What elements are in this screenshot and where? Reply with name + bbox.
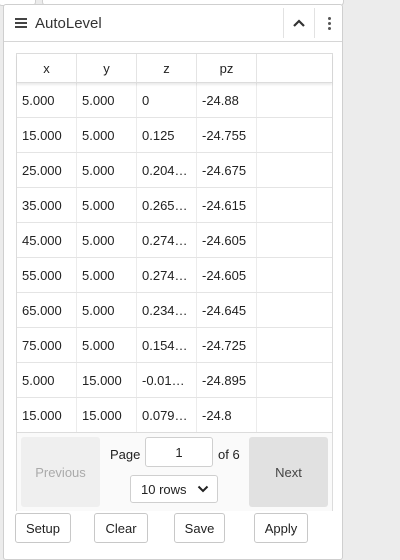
kebab-menu-icon: [327, 16, 331, 30]
panel-header: AutoLevel: [4, 5, 342, 42]
cell-spacer: [257, 398, 332, 432]
cell-x: 45.000: [17, 223, 77, 257]
cell-pz: -24.8: [197, 398, 257, 432]
cell-y: 5.000: [77, 223, 137, 257]
rows-per-page-select[interactable]: 10 rows: [130, 475, 218, 503]
cell-y: 5.000: [77, 293, 137, 327]
collapse-button[interactable]: [283, 8, 314, 38]
pagination-bar: Previous Page of 6 10 rows Next: [17, 432, 332, 511]
cell-x: 5.000: [17, 83, 77, 117]
cell-spacer: [257, 363, 332, 397]
cell-x: 65.000: [17, 293, 77, 327]
save-button[interactable]: Save: [174, 513, 225, 543]
setup-button[interactable]: Setup: [15, 513, 71, 543]
cell-x: 15.000: [17, 398, 77, 432]
column-header-y[interactable]: y: [77, 54, 137, 82]
cell-pz: -24.725: [197, 328, 257, 362]
page-count-label: of 6: [218, 447, 240, 462]
cell-y: 5.000: [77, 188, 137, 222]
cell-z: 0: [137, 83, 197, 117]
rows-per-page-value: 10 rows: [141, 481, 187, 497]
cell-x: 35.000: [17, 188, 77, 222]
table-row[interactable]: 15.000 5.000 0.125 -24.755: [17, 118, 332, 153]
table-row[interactable]: 5.000 15.000 -0.01… -24.895: [17, 363, 332, 398]
table-row[interactable]: 5.000 5.000 0 -24.88: [17, 83, 332, 118]
cell-y: 15.000: [77, 398, 137, 432]
cell-spacer: [257, 83, 332, 117]
clear-button[interactable]: Clear: [94, 513, 148, 543]
cell-pz: -24.605: [197, 258, 257, 292]
cell-x: 75.000: [17, 328, 77, 362]
cell-z: 0.274…: [137, 223, 197, 257]
previous-page-button[interactable]: Previous: [21, 437, 100, 507]
column-header-x[interactable]: x: [17, 54, 77, 82]
table-row[interactable]: 75.000 5.000 0.154… -24.725: [17, 328, 332, 363]
cell-pz: -24.615: [197, 188, 257, 222]
column-header-spacer: [257, 54, 332, 82]
cell-x: 15.000: [17, 118, 77, 152]
cell-spacer: [257, 258, 332, 292]
cell-y: 5.000: [77, 258, 137, 292]
cell-pz: -24.755: [197, 118, 257, 152]
cell-z: 0.274…: [137, 258, 197, 292]
panel-title: AutoLevel: [35, 14, 102, 32]
cell-spacer: [257, 328, 332, 362]
cell-x: 25.000: [17, 153, 77, 187]
table-row[interactable]: 25.000 5.000 0.204… -24.675: [17, 153, 332, 188]
cell-z: 0.265…: [137, 188, 197, 222]
table-row[interactable]: 35.000 5.000 0.265… -24.615: [17, 188, 332, 223]
cell-z: 0.204…: [137, 153, 197, 187]
cell-pz: -24.645: [197, 293, 257, 327]
table-row[interactable]: 65.000 5.000 0.234… -24.645: [17, 293, 332, 328]
cell-spacer: [257, 223, 332, 257]
cell-y: 5.000: [77, 118, 137, 152]
cell-y: 5.000: [77, 83, 137, 117]
cell-z: -0.01…: [137, 363, 197, 397]
page-label: Page: [110, 447, 141, 462]
table-body: 5.000 5.000 0 -24.88 15.000 5.000 0.125 -24.755…: [17, 83, 332, 433]
cell-y: 5.000: [77, 153, 137, 187]
probe-data-table: x y z pz 5.000 5.000 0 -24.88 15.000 5.000 0.1…: [16, 53, 333, 511]
chevron-down-icon: [197, 485, 209, 493]
cell-pz: -24.675: [197, 153, 257, 187]
column-header-z[interactable]: z: [137, 54, 197, 82]
chevron-up-icon: [293, 19, 305, 27]
cell-spacer: [257, 188, 332, 222]
cell-z: 0.234…: [137, 293, 197, 327]
cell-z: 0.154…: [137, 328, 197, 362]
cell-y: 15.000: [77, 363, 137, 397]
autolevel-panel: AutoLevel x y z pz 5.000 5.000 0 -24.88 15.0…: [3, 4, 343, 560]
table-row[interactable]: 45.000 5.000 0.274… -24.605: [17, 223, 332, 258]
cell-z: 0.079…: [137, 398, 197, 432]
column-header-pz[interactable]: pz: [197, 54, 257, 82]
cell-spacer: [257, 153, 332, 187]
table-row[interactable]: 15.000 15.000 0.079… -24.8: [17, 398, 332, 433]
cell-pz: -24.895: [197, 363, 257, 397]
next-page-button[interactable]: Next: [249, 437, 328, 507]
apply-button[interactable]: Apply: [254, 513, 308, 543]
cell-x: 5.000: [17, 363, 77, 397]
cell-z: 0.125: [137, 118, 197, 152]
cell-y: 5.000: [77, 328, 137, 362]
cell-spacer: [257, 118, 332, 152]
table-row[interactable]: 55.000 5.000 0.274… -24.605: [17, 258, 332, 293]
more-options-button[interactable]: [314, 8, 343, 38]
cell-pz: -24.88: [197, 83, 257, 117]
hamburger-icon[interactable]: [15, 18, 27, 28]
cell-pz: -24.605: [197, 223, 257, 257]
page-number-input[interactable]: [145, 437, 213, 467]
cell-spacer: [257, 293, 332, 327]
cell-x: 55.000: [17, 258, 77, 292]
table-header: x y z pz: [17, 54, 332, 83]
